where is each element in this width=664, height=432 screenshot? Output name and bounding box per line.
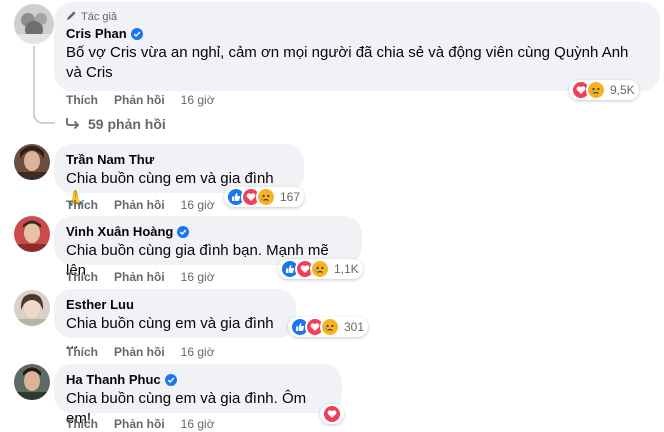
replies-count-label[interactable]: 59 phản hồi — [88, 116, 166, 132]
reply-button[interactable]: Phản hồi — [114, 270, 165, 284]
comment-author-name[interactable]: Ha Thanh Phuc — [66, 372, 161, 387]
reply-button[interactable]: Phản hồi — [114, 198, 165, 212]
comment-actions: Thích Phản hồi 16 giờ — [66, 270, 215, 284]
love-reaction-icon — [322, 404, 342, 424]
verified-badge-icon — [177, 225, 190, 238]
comment-bubble: Ha Thanh Phuc Chia buồn cùng em và gia đ… — [54, 364, 342, 427]
sad-reaction-icon — [256, 187, 276, 207]
reaction-summary[interactable]: 301 — [288, 317, 369, 337]
verified-badge-icon — [164, 373, 177, 386]
comment-text: Bố vợ Cris vừa an nghỉ, cảm ơn mọi người… — [66, 44, 629, 81]
comment-bubble: Esther Luu Chia buồn cùng em và gia đình… — [54, 289, 296, 352]
avatar[interactable] — [14, 290, 50, 326]
reaction-summary[interactable] — [320, 404, 344, 424]
comment-actions: Thích Phản hồi 16 giờ — [66, 198, 215, 212]
comment-actions: Thích Phản hồi 16 giờ — [66, 345, 215, 359]
comment-timestamp[interactable]: 16 giờ — [181, 93, 215, 107]
comment-bubble: Tác giả Cris Phan Bố vợ Cris vừa an nghỉ… — [54, 2, 660, 91]
thread-curve — [33, 106, 55, 124]
reaction-summary[interactable]: 167 — [224, 187, 305, 207]
like-button[interactable]: Thích — [66, 270, 98, 284]
reply-button[interactable]: Phản hồi — [114, 93, 165, 107]
comment-actions: Thích Phản hồi 16 giờ — [66, 93, 215, 107]
reaction-count: 301 — [344, 320, 365, 334]
avatar[interactable] — [14, 4, 54, 44]
avatar[interactable] — [14, 364, 50, 400]
comment-actions: Thích Phản hồi 16 giờ — [66, 417, 215, 431]
reaction-count: 9,5K — [610, 83, 635, 97]
reaction-count: 167 — [280, 190, 301, 204]
like-button[interactable]: Thích — [66, 93, 98, 107]
avatar[interactable] — [14, 144, 50, 180]
comment-author-name[interactable]: Vinh Xuân Hoàng — [66, 224, 173, 239]
like-button[interactable]: Thích — [66, 417, 98, 431]
like-button[interactable]: Thích — [66, 198, 98, 212]
comment-author-name[interactable]: Trần Nam Thư — [66, 152, 154, 167]
author-tag-label: Tác giả — [81, 11, 118, 23]
reply-arrow-icon — [66, 116, 80, 132]
comment-timestamp[interactable]: 16 giờ — [181, 417, 215, 431]
comment-author-name[interactable]: Esther Luu — [66, 297, 134, 312]
author-tag: Tác giả — [66, 10, 648, 24]
reaction-summary[interactable]: 1,1K — [278, 259, 363, 279]
comment-timestamp[interactable]: 16 giờ — [181, 270, 215, 284]
like-button[interactable]: Thích — [66, 345, 98, 359]
comment-timestamp[interactable]: 16 giờ — [181, 198, 215, 212]
comment-author-name[interactable]: Cris Phan — [66, 26, 127, 41]
comment-timestamp[interactable]: 16 giờ — [181, 345, 215, 359]
reply-button[interactable]: Phản hồi — [114, 417, 165, 431]
view-replies-link[interactable]: 59 phản hồi — [66, 116, 166, 132]
sad-reaction-icon — [310, 259, 330, 279]
reply-button[interactable]: Phản hồi — [114, 345, 165, 359]
avatar[interactable] — [14, 216, 50, 252]
sad-reaction-icon — [320, 317, 340, 337]
sad-reaction-icon — [586, 80, 606, 100]
reaction-summary[interactable]: 9,5K — [569, 80, 639, 100]
comment-bubble: Vinh Xuân Hoàng Chia buồn cùng gia đình … — [54, 216, 362, 279]
pencil-icon — [66, 10, 77, 24]
reaction-count: 1,1K — [334, 262, 359, 276]
verified-badge-icon — [130, 27, 143, 40]
comment-bubble: Trần Nam Thư Chia buồn cùng em và gia đì… — [54, 144, 304, 207]
